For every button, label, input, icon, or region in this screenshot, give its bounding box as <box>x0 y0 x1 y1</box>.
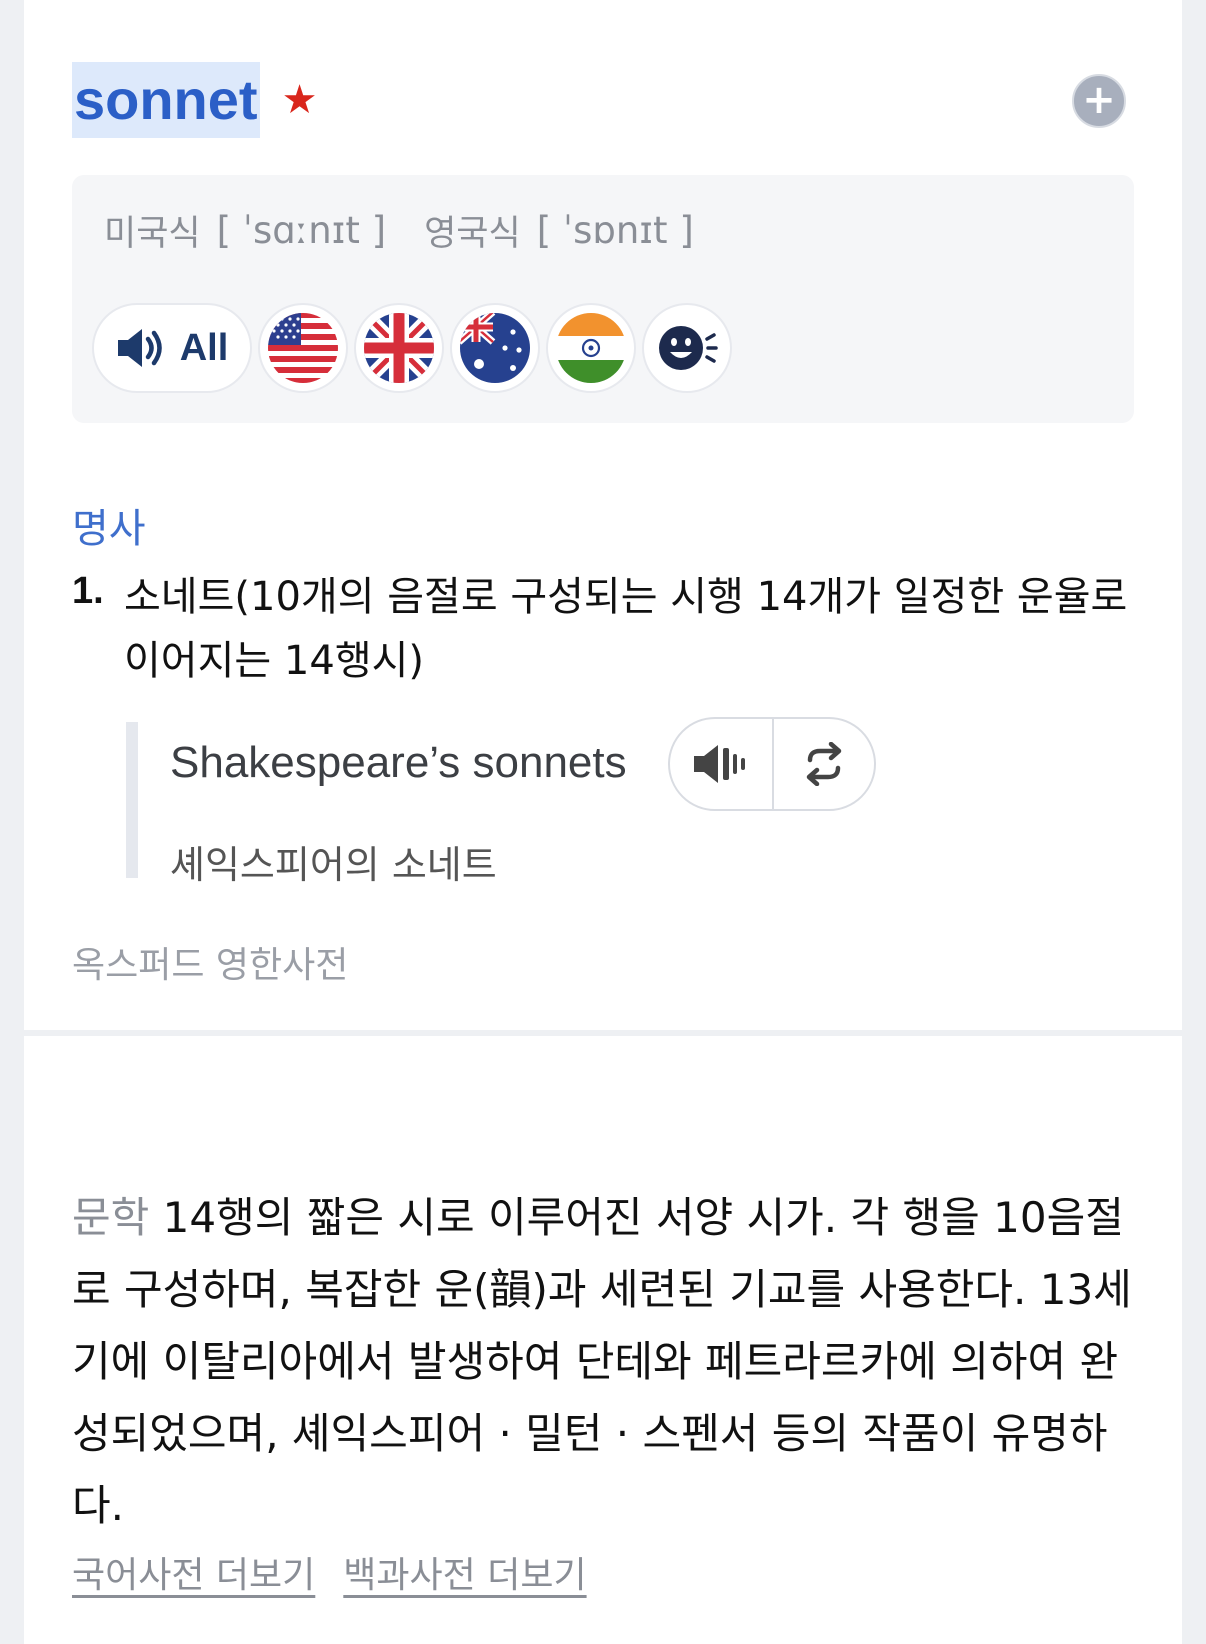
more-links: 국어사전 더보기 백과사전 더보기 <box>72 1546 587 1598</box>
encyclopedia-body: 14행의 짧은 시로 이루어진 서양 시가. 각 행을 10음절로 구성하며, … <box>72 1193 1132 1530</box>
pronunciation-text: 미국식 [ ˈsɑːnɪt ] 영국식 [ ˈsɒnɪt ] <box>104 205 694 255</box>
in-pronunciation-button[interactable] <box>546 303 636 393</box>
encyclopedia-card: 문학 14행의 짧은 시로 이루어진 서양 시가. 각 행을 10음절로 구성하… <box>24 1036 1182 1644</box>
encyclopedia-more-link[interactable]: 백과사전 더보기 <box>343 1546 586 1598</box>
plus-icon: + <box>1082 77 1116 123</box>
pronunciation-box: 미국식 [ ˈsɑːnɪt ] 영국식 [ ˈsɒnɪt ] All <box>72 175 1134 423</box>
headword-row: sonnet ★ <box>72 62 317 138</box>
dictionary-entry-card: sonnet ★ + 미국식 [ ˈsɑːnɪt ] 영국식 [ ˈsɒnɪt … <box>24 0 1182 1030</box>
star-icon: ★ <box>281 77 318 123</box>
uk-ipa: [ ˈsɒnɪt ] <box>536 208 694 252</box>
us-flag-icon <box>268 313 338 383</box>
part-of-speech: 명사 <box>72 506 146 552</box>
korean-dictionary-more-link[interactable]: 국어사전 더보기 <box>72 1546 315 1598</box>
example-korean: 셰익스피어의 소네트 <box>170 843 497 887</box>
example-controls <box>668 717 876 811</box>
example-english: Shakespeare’s sonnets <box>170 738 627 787</box>
au-pronunciation-button[interactable] <box>450 303 540 393</box>
audio-buttons: All <box>92 303 732 393</box>
au-flag-icon <box>460 313 530 383</box>
face-speak-icon <box>659 326 718 370</box>
us-pronunciation-button[interactable] <box>258 303 348 393</box>
definition-text: 소네트(10개의 음절로 구성되는 시행 14개가 일정한 운율로 이어지는 1… <box>124 574 1128 684</box>
encyclopedia-text: 문학 14행의 짧은 시로 이루어진 서양 시가. 각 행을 10음절로 구성하… <box>72 1182 1152 1542</box>
add-to-wordbook-button[interactable]: + <box>1072 74 1126 128</box>
example-play-button[interactable] <box>670 719 772 809</box>
field-label: 문학 <box>72 1193 150 1242</box>
play-all-button[interactable]: All <box>92 303 252 393</box>
tts-voice-button[interactable] <box>642 303 732 393</box>
dictionary-source[interactable]: 옥스퍼드 영한사전 <box>72 936 348 988</box>
in-flag-icon <box>556 313 626 383</box>
us-ipa: [ ˈsɑːnɪt ] <box>216 208 387 252</box>
play-all-label: All <box>179 326 229 369</box>
headword[interactable]: sonnet <box>72 62 260 138</box>
speaker-icon <box>117 329 162 367</box>
uk-flag-icon <box>364 313 434 383</box>
definition-number: 1. <box>72 570 104 612</box>
us-pron-label: 미국식 <box>104 213 201 254</box>
repeat-icon <box>806 742 842 786</box>
uk-pron-label: 영국식 <box>424 213 521 254</box>
uk-pronunciation-button[interactable] <box>354 303 444 393</box>
speaker-wave-icon <box>694 745 745 783</box>
example-repeat-button[interactable] <box>772 719 874 809</box>
example-block: Shakespeare’s sonnets 셰익스피어의 소네트 <box>126 717 886 887</box>
